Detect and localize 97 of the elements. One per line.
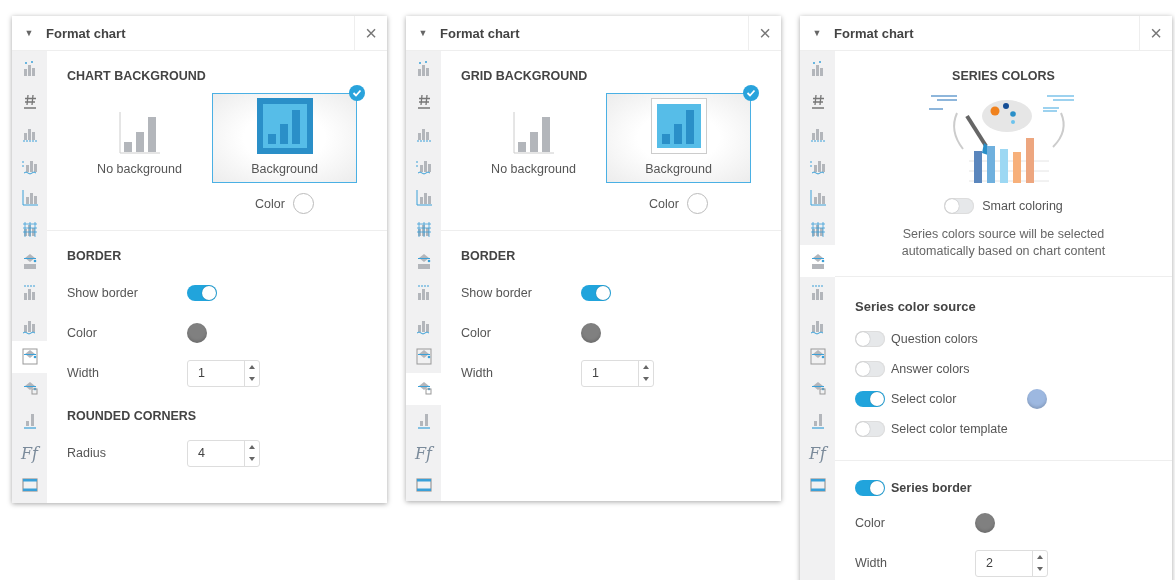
field-label: Radius (67, 446, 107, 460)
toggle-label: Question colors (891, 332, 979, 346)
color-label: Color (649, 196, 679, 211)
color-picker[interactable] (292, 193, 314, 214)
chart-bar (1012, 152, 1021, 183)
up-arrow-icon[interactable] (643, 364, 649, 369)
sidebar-tab[interactable]: Ff (12, 437, 47, 469)
section-heading: ROUNDED CORNERS (67, 409, 198, 423)
check-icon (349, 85, 365, 101)
sidebar-tab[interactable] (12, 341, 47, 373)
close-button[interactable]: × (354, 16, 387, 50)
down-arrow-icon[interactable] (249, 456, 255, 461)
bar-chart-icon (118, 112, 161, 154)
field-label: Width (67, 366, 100, 380)
collapse-toggle[interactable]: ▼ (800, 28, 834, 38)
filled-chart-icon (650, 98, 707, 154)
up-arrow-icon[interactable] (1037, 554, 1043, 559)
section-heading: Series color source (855, 299, 977, 314)
font-icon: Ff (21, 443, 38, 463)
paint-bucket-icon (413, 347, 434, 367)
toggle-label: Answer colors (891, 362, 971, 376)
toggle-label: Show border (461, 286, 533, 300)
number-field[interactable]: 4 (187, 439, 260, 467)
sidebar-tab[interactable]: Ff (800, 437, 835, 469)
color-label: Color (855, 516, 886, 530)
color-label: Color (461, 326, 492, 340)
decor-lines-drawing (928, 95, 958, 110)
bar-chart-axes-icon (413, 187, 434, 207)
paintbrush-drawing (964, 114, 989, 155)
collapse-toggle[interactable]: ▼ (406, 28, 440, 38)
color-swatch[interactable] (187, 323, 207, 343)
sidebar-tab[interactable] (406, 373, 441, 405)
color-picker[interactable] (686, 193, 708, 214)
down-arrow-icon[interactable] (643, 376, 649, 381)
toggle-label: Select color (891, 392, 958, 406)
up-arrow-icon[interactable] (249, 364, 255, 369)
decor-lines-drawing (1041, 95, 1075, 112)
font-icon: Ff (809, 443, 826, 463)
font-icon: Ff (415, 443, 432, 463)
chart-bar (1025, 138, 1034, 183)
panel-title: Format chart (834, 25, 915, 41)
chart-bar (973, 151, 982, 183)
number-field[interactable]: 2 (975, 549, 1048, 577)
color-swatch[interactable] (975, 513, 995, 533)
section-heading: Series border (891, 481, 972, 495)
paint-bucket-icon (807, 347, 828, 367)
background-option[interactable]: No background (67, 93, 212, 183)
chart-bar (986, 146, 995, 183)
toggle-switch[interactable] (581, 285, 611, 301)
field-label: Width (461, 366, 494, 380)
number-field[interactable]: 1 (187, 359, 260, 387)
toggle-label: Smart coloring (982, 199, 1063, 213)
window-icon (807, 475, 828, 495)
up-arrow-icon[interactable] (249, 444, 255, 449)
palette-drawing (981, 100, 1032, 132)
check-icon (743, 85, 759, 101)
background-option[interactable]: Background (212, 93, 357, 183)
chart-bar (999, 149, 1008, 183)
color-label: Color (67, 326, 98, 340)
toggle-switch[interactable] (855, 480, 885, 496)
toggle-switch[interactable] (855, 391, 885, 407)
color-swatch[interactable] (1027, 389, 1047, 409)
sidebar-tab[interactable] (800, 245, 835, 277)
background-option[interactable]: Background (606, 93, 751, 183)
section-heading: CHART BACKGROUND (67, 69, 207, 83)
down-arrow-icon[interactable] (1037, 566, 1043, 571)
close-button[interactable]: × (748, 16, 781, 50)
toggle-label: Select color template (891, 422, 1009, 436)
section-heading: BORDER (67, 249, 123, 263)
window-icon (413, 475, 434, 495)
toggle-label: Show border (67, 286, 139, 300)
number-field[interactable]: 1 (581, 359, 654, 387)
background-option[interactable]: No background (461, 93, 606, 183)
bar-chart-axes-icon (807, 187, 828, 207)
help-text: Series colors source will be selected automatically based on chart content (900, 226, 1107, 260)
section-heading: GRID BACKGROUND (461, 69, 589, 83)
panel-title: Format chart (440, 25, 521, 41)
panel-title: Format chart (46, 25, 127, 41)
section-heading: SERIES COLORS (951, 69, 1056, 83)
toggle-switch[interactable] (855, 361, 885, 377)
window-icon (19, 475, 40, 495)
color-label: Color (255, 196, 285, 211)
field-label: Width (855, 556, 888, 570)
sidebar-tab[interactable]: Ff (406, 437, 441, 469)
toggle-switch[interactable] (944, 198, 975, 214)
paint-bucket-icon (19, 347, 40, 367)
close-button[interactable]: × (1139, 16, 1172, 50)
toggle-switch[interactable] (855, 421, 885, 437)
section-heading: BORDER (461, 249, 517, 263)
toggle-switch[interactable] (187, 285, 217, 301)
color-swatch[interactable] (581, 323, 601, 343)
collapse-toggle[interactable]: ▼ (12, 28, 46, 38)
down-arrow-icon[interactable] (249, 376, 255, 381)
toggle-switch[interactable] (855, 331, 885, 347)
filled-chart-icon (256, 98, 313, 154)
bar-chart-axes-icon (19, 187, 40, 207)
bar-chart-icon (512, 112, 555, 154)
